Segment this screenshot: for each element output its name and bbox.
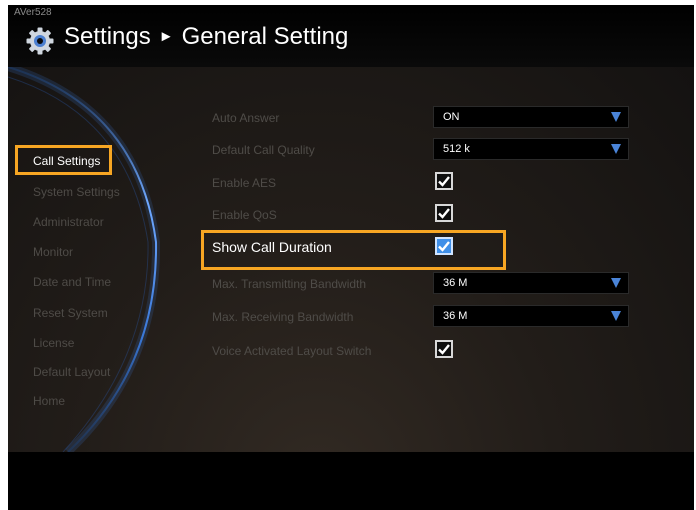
max-receiving-bandwidth-value: 36 M	[443, 310, 468, 322]
sidebar-item-license[interactable]: License	[33, 336, 74, 350]
auto-answer-value: ON	[443, 111, 460, 123]
content-area: Call Settings System Settings Administra…	[8, 67, 694, 452]
enable-qos-checkbox[interactable]	[435, 204, 453, 222]
auto-answer-select[interactable]: ON	[433, 106, 629, 128]
default-call-quality-select[interactable]: 512 k	[433, 138, 629, 160]
label-max-receiving-bandwidth: Max. Receiving Bandwidth	[212, 310, 354, 324]
sidebar-item-administrator[interactable]: Administrator	[33, 215, 104, 229]
device-name: AVer528	[14, 7, 52, 18]
caret-down-icon	[611, 278, 621, 288]
call-settings-highlight	[15, 145, 112, 175]
max-receiving-bandwidth-select[interactable]: 36 M	[433, 305, 629, 327]
sidebar-item-reset-system[interactable]: Reset System	[33, 306, 108, 320]
max-transmitting-bandwidth-select[interactable]: 36 M	[433, 272, 629, 294]
enable-aes-checkbox[interactable]	[435, 172, 453, 190]
label-max-transmitting-bandwidth: Max. Transmitting Bandwidth	[212, 277, 367, 291]
gear-icon	[26, 27, 54, 55]
voice-activated-layout-switch-checkbox[interactable]	[435, 340, 453, 358]
tv-screen: AVer528 Settings ► General Setting Call …	[8, 5, 694, 510]
breadcrumb: Settings ► General Setting	[64, 23, 348, 51]
sidebar-item-monitor[interactable]: Monitor	[33, 245, 73, 259]
max-transmitting-bandwidth-value: 36 M	[443, 277, 468, 289]
header-bar: AVer528 Settings ► General Setting	[8, 5, 694, 68]
label-auto-answer: Auto Answer	[212, 111, 280, 125]
default-call-quality-value: 512 k	[443, 143, 470, 155]
sidebar-item-home[interactable]: Home	[33, 394, 65, 408]
sidebar-item-default-layout[interactable]: Default Layout	[33, 365, 110, 379]
page-title: General Setting	[181, 23, 349, 50]
checkmark-icon	[438, 208, 450, 219]
sidebar-item-system-settings[interactable]: System Settings	[33, 185, 120, 199]
breadcrumb-settings: Settings	[64, 23, 151, 50]
caret-down-icon	[611, 311, 621, 321]
caret-down-icon	[611, 112, 621, 122]
sidebar-item-date-and-time[interactable]: Date and Time	[33, 275, 111, 289]
label-enable-aes: Enable AES	[212, 176, 277, 190]
show-call-duration-highlight	[201, 230, 506, 270]
checkmark-icon	[438, 176, 450, 187]
label-voice-activated-layout-switch: Voice Activated Layout Switch	[212, 344, 372, 358]
bottom-band	[8, 452, 694, 510]
label-enable-qos: Enable QoS	[212, 208, 277, 222]
breadcrumb-separator: ►	[158, 28, 174, 45]
label-default-call-quality: Default Call Quality	[212, 143, 315, 157]
checkmark-icon	[438, 344, 450, 355]
caret-down-icon	[611, 144, 621, 154]
